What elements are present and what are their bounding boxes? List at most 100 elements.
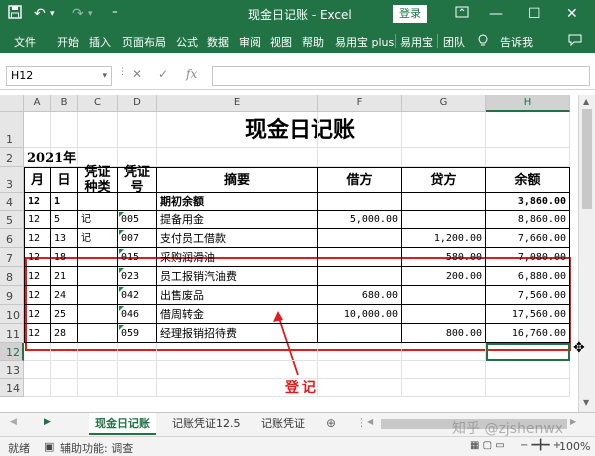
cell-summary[interactable]: 经理报销招待费 <box>157 324 318 343</box>
cell-day[interactable]: 21 <box>51 267 78 286</box>
name-box[interactable]: H12 ▾ <box>6 66 112 86</box>
cell-day[interactable]: 5 <box>51 211 78 229</box>
cell-credit[interactable] <box>402 286 486 305</box>
row-header-14[interactable]: 14 <box>0 379 24 397</box>
enter-check-icon[interactable]: ✓ <box>158 67 168 81</box>
header-summary[interactable]: 摘要 <box>157 167 318 193</box>
cell[interactable] <box>486 361 570 379</box>
row-header-3[interactable]: 3 <box>0 167 24 193</box>
cell-month[interactable]: 12 <box>24 229 51 248</box>
sheet-tab-voucher[interactable]: 记账凭证 <box>255 413 325 435</box>
cell[interactable] <box>486 112 570 148</box>
cell-type[interactable] <box>78 305 118 324</box>
cell-credit[interactable] <box>402 193 486 211</box>
save-icon[interactable] <box>8 5 22 24</box>
header-day[interactable]: 日 <box>51 167 78 193</box>
header-balance[interactable]: 余额 <box>486 167 570 193</box>
cell-credit[interactable]: 200.00 <box>402 267 486 286</box>
cell-debit[interactable] <box>318 324 402 343</box>
lightbulb-icon[interactable] <box>478 34 488 50</box>
sheet-tab-voucher-12-5[interactable]: 记账凭证12.5 <box>166 413 247 435</box>
select-all-corner[interactable] <box>0 95 24 112</box>
cell[interactable] <box>402 112 486 148</box>
accessibility-status[interactable]: 辅助功能: 调查 <box>60 440 133 456</box>
customize-toolbar-icon[interactable]: ⁼ <box>112 5 118 23</box>
column-header-h[interactable]: H <box>486 95 570 112</box>
tab-easy-plus[interactable]: 易用宝 plus <box>335 34 394 50</box>
cell-balance[interactable]: 6,880.00 <box>486 267 570 286</box>
comment-icon[interactable] <box>568 34 582 49</box>
cell-type[interactable]: 记 <box>78 229 118 248</box>
tab-data[interactable]: 数据 <box>207 34 229 50</box>
row-header-8[interactable]: 8 <box>0 267 24 286</box>
cell-type[interactable]: 记 <box>78 211 118 229</box>
cell-month[interactable]: 12 <box>24 248 51 267</box>
cell[interactable] <box>318 112 402 148</box>
tab-team[interactable]: 团队 <box>443 34 465 50</box>
undo-dropdown-icon[interactable]: ▾ <box>50 5 55 23</box>
cell-debit[interactable]: 10,000.00 <box>318 305 402 324</box>
cell-summary[interactable]: 出售废品 <box>157 286 318 305</box>
add-sheet-icon[interactable]: ⊕ <box>326 416 336 430</box>
row-header-1[interactable]: 1 <box>0 112 24 148</box>
cell-credit[interactable] <box>402 305 486 324</box>
column-header-a[interactable]: A <box>24 95 51 112</box>
cell-debit[interactable]: 680.00 <box>318 286 402 305</box>
cell[interactable] <box>486 148 570 167</box>
header-voucher-no[interactable]: 凭证号 <box>118 165 157 195</box>
cell-type[interactable] <box>78 324 118 343</box>
cell[interactable] <box>118 343 157 361</box>
tab-view[interactable]: 视图 <box>270 34 292 50</box>
cell-day[interactable]: 1 <box>51 193 78 211</box>
cell-credit[interactable]: 580.00 <box>402 248 486 267</box>
cell-summary[interactable]: 提备用金 <box>157 211 318 229</box>
next-sheet-icon[interactable]: ▶ <box>44 417 51 427</box>
cell-summary[interactable]: 采购润滑油 <box>157 248 318 267</box>
cell[interactable] <box>78 361 118 379</box>
cell[interactable] <box>78 112 118 148</box>
hscroll-right-icon[interactable]: ▶ <box>570 417 576 426</box>
header-voucher-type[interactable]: 凭证种类 <box>78 165 118 195</box>
maximize-icon[interactable]: ☐ <box>528 5 541 23</box>
macro-record-icon[interactable]: ▣ <box>44 440 54 453</box>
formula-input[interactable] <box>212 66 590 86</box>
cell-balance[interactable]: 8,860.00 <box>486 211 570 229</box>
page-view-icons[interactable]: ▦ ▢ ▭ <box>470 440 505 451</box>
cell-type[interactable] <box>78 248 118 267</box>
cell-month[interactable]: 12 <box>24 193 51 211</box>
tab-easy[interactable]: 易用宝 <box>400 34 433 50</box>
column-header-c[interactable]: C <box>78 95 118 112</box>
cell[interactable] <box>51 379 78 397</box>
row-header-10[interactable]: 10 <box>0 305 24 324</box>
cell-day[interactable]: 24 <box>51 286 78 305</box>
cell-month[interactable]: 12 <box>24 286 51 305</box>
row-header-13[interactable]: 13 <box>0 361 24 379</box>
row-header-2[interactable]: 2 <box>0 148 24 167</box>
chevron-down-icon[interactable]: ▾ <box>102 67 107 85</box>
cell[interactable] <box>24 379 51 397</box>
cell[interactable] <box>157 343 318 361</box>
cell-day[interactable]: 28 <box>51 324 78 343</box>
close-icon[interactable]: ✕ <box>566 5 578 23</box>
tab-help[interactable]: 帮助 <box>302 34 324 50</box>
cell-credit[interactable]: 1,200.00 <box>402 229 486 248</box>
cell[interactable] <box>318 361 402 379</box>
cell[interactable] <box>118 379 157 397</box>
cell-balance[interactable]: 7,080.00 <box>486 248 570 267</box>
cell-summary[interactable]: 期初余额 <box>157 193 318 211</box>
tab-review[interactable]: 审阅 <box>239 34 261 50</box>
cell-credit[interactable]: 800.00 <box>402 324 486 343</box>
row-header-5[interactable]: 5 <box>0 211 24 229</box>
prev-sheet-icon[interactable]: ◀ <box>10 417 17 427</box>
redo-icon[interactable]: ↷ <box>72 5 84 23</box>
tab-split-icon[interactable]: ⋮ <box>356 416 367 429</box>
cell[interactable] <box>402 379 486 397</box>
cell-month[interactable]: 12 <box>24 211 51 229</box>
cell-debit[interactable] <box>318 229 402 248</box>
cell-balance[interactable]: 7,560.00 <box>486 286 570 305</box>
row-header-7[interactable]: 7 <box>0 248 24 267</box>
cell[interactable] <box>157 112 318 148</box>
cell[interactable] <box>318 343 402 361</box>
column-header-d[interactable]: D <box>118 95 157 112</box>
row-header-4[interactable]: 4 <box>0 193 24 211</box>
